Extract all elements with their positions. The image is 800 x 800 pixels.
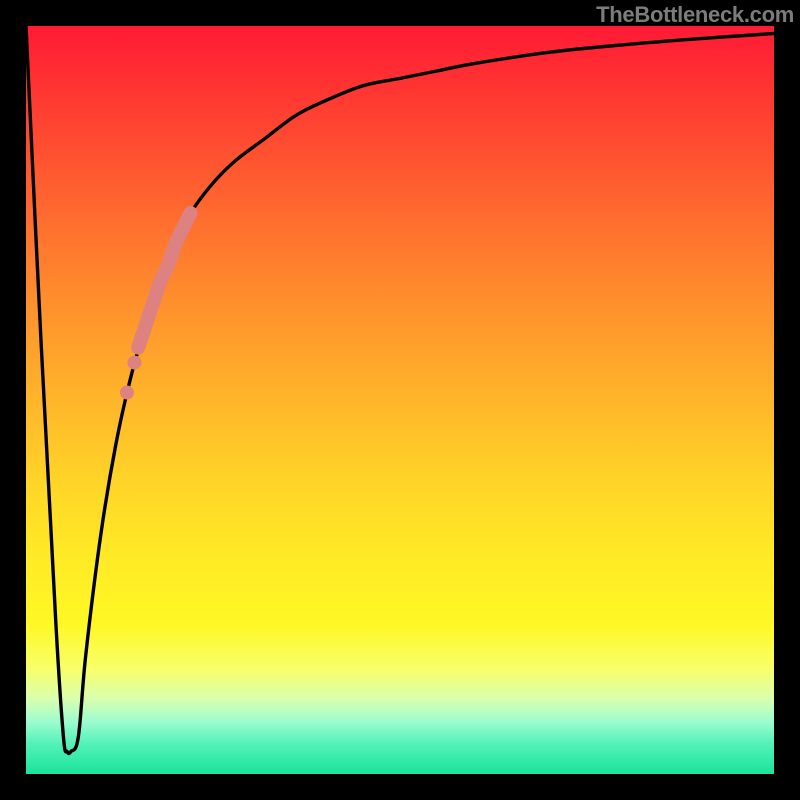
plot-area bbox=[26, 26, 774, 774]
highlight-band bbox=[138, 213, 190, 348]
watermark-label: TheBottleneck.com bbox=[596, 2, 794, 28]
highlight-dot bbox=[120, 386, 134, 400]
bottleneck-curve bbox=[26, 26, 774, 754]
chart-stage: TheBottleneck.com bbox=[0, 0, 800, 800]
curve-layer bbox=[26, 26, 774, 774]
highlight-dot bbox=[127, 356, 141, 370]
